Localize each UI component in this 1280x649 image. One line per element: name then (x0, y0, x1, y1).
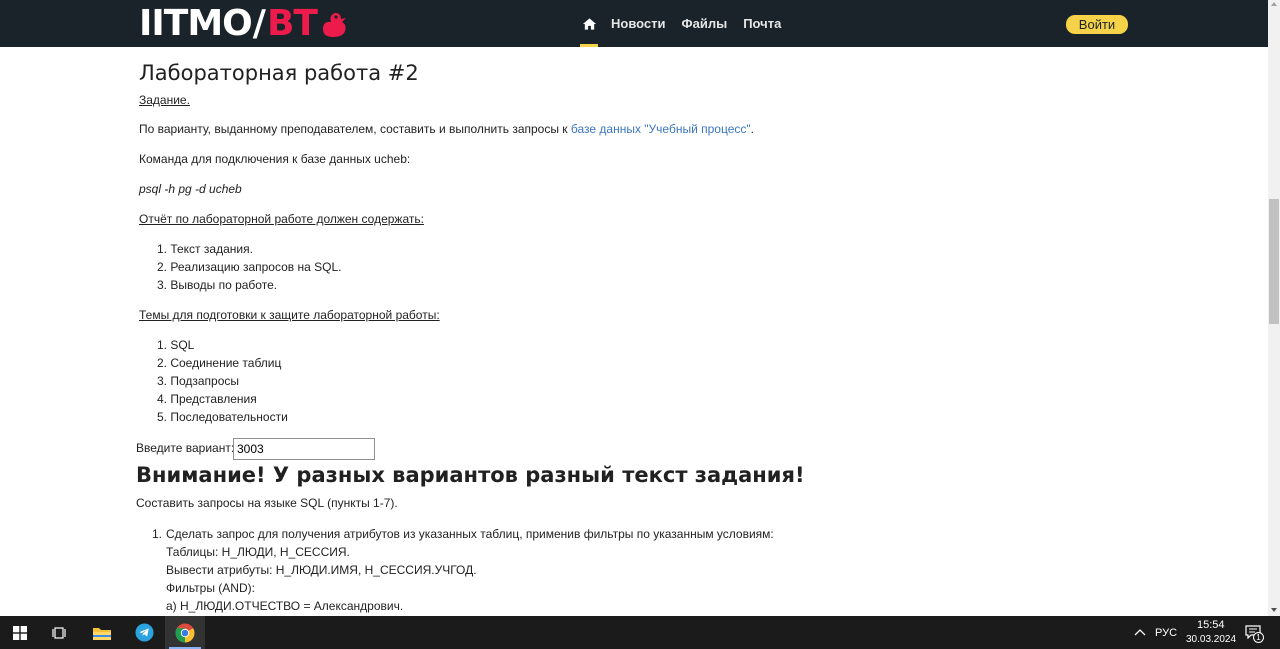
intro-text: По варианту, выданному преподавателем, с… (139, 122, 571, 136)
page-scrollbar[interactable] (1268, 0, 1280, 616)
scroll-thumb[interactable] (1269, 199, 1279, 324)
clock-time[interactable]: 15:54 (1197, 619, 1225, 631)
main-content: Лабораторная работа #2 Задание. По вариа… (0, 47, 1268, 616)
topic-item: 3. Подзапросы (157, 374, 240, 388)
scroll-up-arrow-icon[interactable] (1271, 2, 1277, 6)
variant-label: Введите вариант: (136, 441, 235, 455)
windows-start-button[interactable] (0, 616, 40, 649)
top-navbar: IITMO / BT Новости Файлы Почта Войти (0, 0, 1268, 47)
logo-itmo-text: IITMO (139, 3, 253, 44)
connect-command: psql -h pg -d ucheb (139, 182, 242, 196)
task-heading: Задание. (139, 93, 190, 107)
telegram-icon (134, 623, 154, 642)
login-button[interactable]: Войти (1066, 15, 1128, 34)
clock-date[interactable]: 30.03.2024 (1186, 634, 1236, 645)
task-attributes: Вывести атрибуты: Н_ЛЮДИ.ИМЯ, Н_СЕССИЯ.У… (166, 563, 477, 577)
report-item: 1. Текст задания. (157, 242, 253, 256)
chevron-up-icon[interactable] (1134, 628, 1146, 636)
variant-input[interactable] (233, 438, 375, 460)
chrome-icon (175, 623, 195, 642)
task-text: Сделать запрос для получения атрибутов и… (166, 527, 774, 541)
task-filter-a: a) Н_ЛЮДИ.ОТЧЕСТВО = Александрович. (166, 599, 404, 613)
scroll-down-arrow-icon[interactable] (1271, 608, 1277, 612)
windows-taskbar: РУС 15:54 30.03.2024 1 (0, 616, 1280, 649)
nav-home[interactable] (580, 0, 598, 47)
topic-item: 1. SQL (157, 338, 195, 352)
nav-mail[interactable]: Почта (743, 16, 781, 31)
nav-files[interactable]: Файлы (682, 16, 728, 31)
file-explorer-button[interactable] (82, 616, 122, 649)
topic-item: 2. Соединение таблиц (157, 356, 282, 370)
logo-vt-text: BT (266, 3, 318, 44)
report-item: 2. Реализацию запросов на SQL. (157, 260, 342, 274)
logo-slash: / (252, 3, 266, 44)
report-heading: Отчёт по лабораторной работе должен соде… (139, 212, 424, 226)
home-icon (582, 17, 596, 30)
duck-icon (322, 13, 346, 37)
task-number: 1. (152, 527, 163, 541)
task-view-button[interactable] (40, 616, 80, 649)
report-item: 3. Выводы по работе. (157, 278, 278, 292)
topic-item: 4. Представления (157, 392, 257, 406)
notification-count-badge: 1 (1253, 632, 1264, 643)
variant-warning: Внимание! У разных вариантов разный текс… (136, 463, 805, 487)
page-title: Лабораторная работа #2 (139, 61, 419, 85)
file-explorer-icon (93, 627, 111, 640)
windows-start-icon (13, 625, 27, 640)
task-filters: Фильтры (AND): (166, 581, 255, 595)
intro-end: . (750, 122, 754, 136)
task-tables: Таблицы: Н_ЛЮДИ, Н_СЕССИЯ. (166, 545, 350, 559)
compose-text: Составить запросы на языке SQL (пункты 1… (136, 496, 398, 510)
connect-text: Команда для подключения к базе данных uc… (139, 152, 411, 166)
task-view-icon (52, 626, 66, 639)
telegram-button[interactable] (124, 616, 164, 649)
language-indicator[interactable]: РУС (1155, 627, 1177, 639)
nav-news[interactable]: Новости (611, 16, 666, 31)
itmo-vt-logo[interactable]: IITMO / BT (139, 6, 349, 42)
topic-item: 5. Последовательности (157, 410, 288, 424)
chrome-button[interactable] (165, 616, 205, 649)
main-nav: Новости Файлы Почта (580, 0, 797, 47)
database-link[interactable]: базе данных "Учебный процесс" (571, 122, 751, 136)
notifications-button[interactable]: 1 (1245, 625, 1264, 643)
topics-heading: Темы для подготовки к защите лабораторно… (139, 308, 440, 322)
intro-paragraph: По варианту, выданному преподавателем, с… (139, 122, 754, 136)
